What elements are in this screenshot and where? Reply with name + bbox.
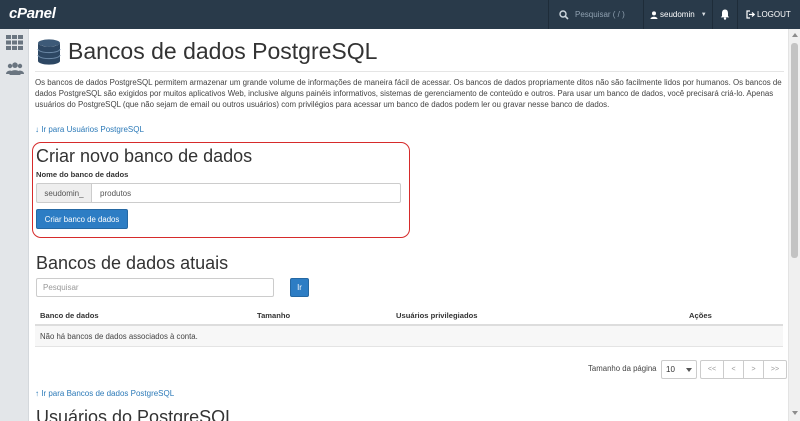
top-navbar: cPanel Pesquisar ( / ) seudomin ▼ LOGOUT — [0, 0, 800, 29]
user-icon — [650, 10, 658, 19]
next-page-button[interactable]: > — [743, 360, 764, 379]
current-databases-heading: Bancos de dados atuais — [36, 253, 229, 273]
column-database[interactable]: Banco de dados — [40, 311, 99, 320]
page-scrollbar[interactable] — [788, 29, 800, 421]
logout-button[interactable]: LOGOUT — [746, 0, 791, 29]
scroll-up-arrow-icon[interactable] — [792, 33, 798, 37]
first-page-button[interactable]: << — [700, 360, 724, 379]
page-size-select[interactable]: 10 — [661, 360, 697, 379]
database-name-input[interactable]: produtos — [91, 183, 401, 203]
database-name-input-group: seudomin_ produtos — [36, 183, 401, 203]
jump-to-top-link[interactable]: ↑ Ir para Bancos de dados PostgreSQL — [35, 389, 174, 398]
intro-text: Os bancos de dados PostgreSQL permitem a… — [35, 78, 782, 109]
database-prefix: seudomin_ — [36, 183, 91, 203]
prev-page-button[interactable]: < — [723, 360, 744, 379]
chevron-down-icon — [686, 368, 692, 372]
logout-label[interactable]: LOGOUT — [757, 10, 791, 19]
page-size-label: Tamanho da página — [588, 364, 657, 373]
create-database-heading: Criar novo banco de dados — [36, 146, 253, 166]
top-search-placeholder[interactable]: Pesquisar ( / ) — [575, 10, 625, 19]
logout-icon — [746, 10, 755, 19]
column-size[interactable]: Tamanho — [257, 311, 290, 320]
databases-table: Banco de dados Tamanho Usuários privileg… — [35, 306, 783, 347]
cpanel-logo[interactable]: cPanel — [9, 5, 56, 22]
table-row: Não há bancos de dados associados à cont… — [35, 326, 783, 347]
navbar-divider — [737, 0, 738, 29]
postgresql-users-heading: Usuários do PostgreSQL — [36, 407, 236, 421]
page-title: Bancos de dados PostgreSQL — [68, 38, 378, 64]
table-header: Banco de dados Tamanho Usuários privileg… — [35, 306, 783, 326]
sidebar — [0, 29, 29, 421]
users-icon[interactable] — [6, 62, 24, 75]
username[interactable]: seudomin — [660, 10, 695, 19]
column-actions: Ações — [689, 311, 712, 320]
pagination: << < > >> — [700, 360, 787, 379]
navbar-divider — [712, 0, 713, 29]
top-search[interactable]: Pesquisar ( / ) — [559, 0, 637, 29]
database-name-label: Nome do banco de dados — [36, 170, 129, 179]
scrollbar-thumb[interactable] — [791, 43, 798, 258]
column-privileged-users: Usuários privilegiados — [396, 311, 478, 320]
database-icon — [37, 39, 61, 65]
database-search-input[interactable]: Pesquisar — [36, 278, 274, 297]
grid-icon[interactable] — [6, 35, 23, 50]
last-page-button[interactable]: >> — [763, 360, 787, 379]
jump-to-users-link[interactable]: ↓ Ir para Usuários PostgreSQL — [35, 125, 144, 134]
search-icon — [559, 9, 569, 20]
chevron-down-icon: ▼ — [700, 11, 707, 18]
title-divider — [35, 71, 784, 72]
user-menu[interactable]: seudomin ▼ — [650, 0, 707, 29]
navbar-divider — [643, 0, 644, 29]
create-database-button[interactable]: Criar banco de dados — [36, 209, 128, 229]
main-content: Bancos de dados PostgreSQL Os bancos de … — [29, 29, 788, 421]
page-size-value[interactable]: 10 — [666, 365, 675, 374]
scroll-down-arrow-icon[interactable] — [792, 411, 798, 415]
empty-table-message: Não há bancos de dados associados à cont… — [40, 332, 198, 341]
bell-icon[interactable] — [720, 9, 730, 20]
navbar-divider — [548, 0, 549, 29]
search-go-button[interactable]: Ir — [290, 278, 309, 297]
